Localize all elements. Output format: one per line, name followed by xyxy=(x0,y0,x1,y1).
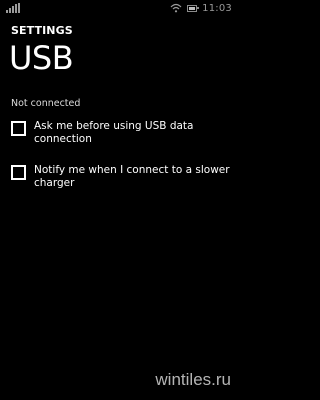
clock: 11:03 xyxy=(202,2,232,14)
watermark: wintiles.ru xyxy=(155,370,231,389)
section-label: SETTINGS xyxy=(11,24,73,37)
option-ask-usb-data[interactable]: Ask me before using USB data connection xyxy=(11,120,234,146)
wifi-icon xyxy=(170,3,182,13)
option-notify-slow-charger[interactable]: Notify me when I connect to a slower cha… xyxy=(11,164,234,190)
ask-usb-data-checkbox[interactable] xyxy=(11,121,26,136)
ask-usb-data-label[interactable]: Ask me before using USB data connection xyxy=(34,120,234,146)
cell-signal-icon xyxy=(6,3,24,13)
notify-slow-charger-label[interactable]: Notify me when I connect to a slower cha… xyxy=(34,164,234,190)
status-bar: 11:03 xyxy=(0,0,240,16)
page-title: USB xyxy=(9,39,74,77)
notify-slow-charger-checkbox[interactable] xyxy=(11,165,26,180)
status-right-group: 11:03 xyxy=(170,2,232,14)
connection-status-text: Not connected xyxy=(11,98,81,109)
battery-icon xyxy=(187,4,200,12)
